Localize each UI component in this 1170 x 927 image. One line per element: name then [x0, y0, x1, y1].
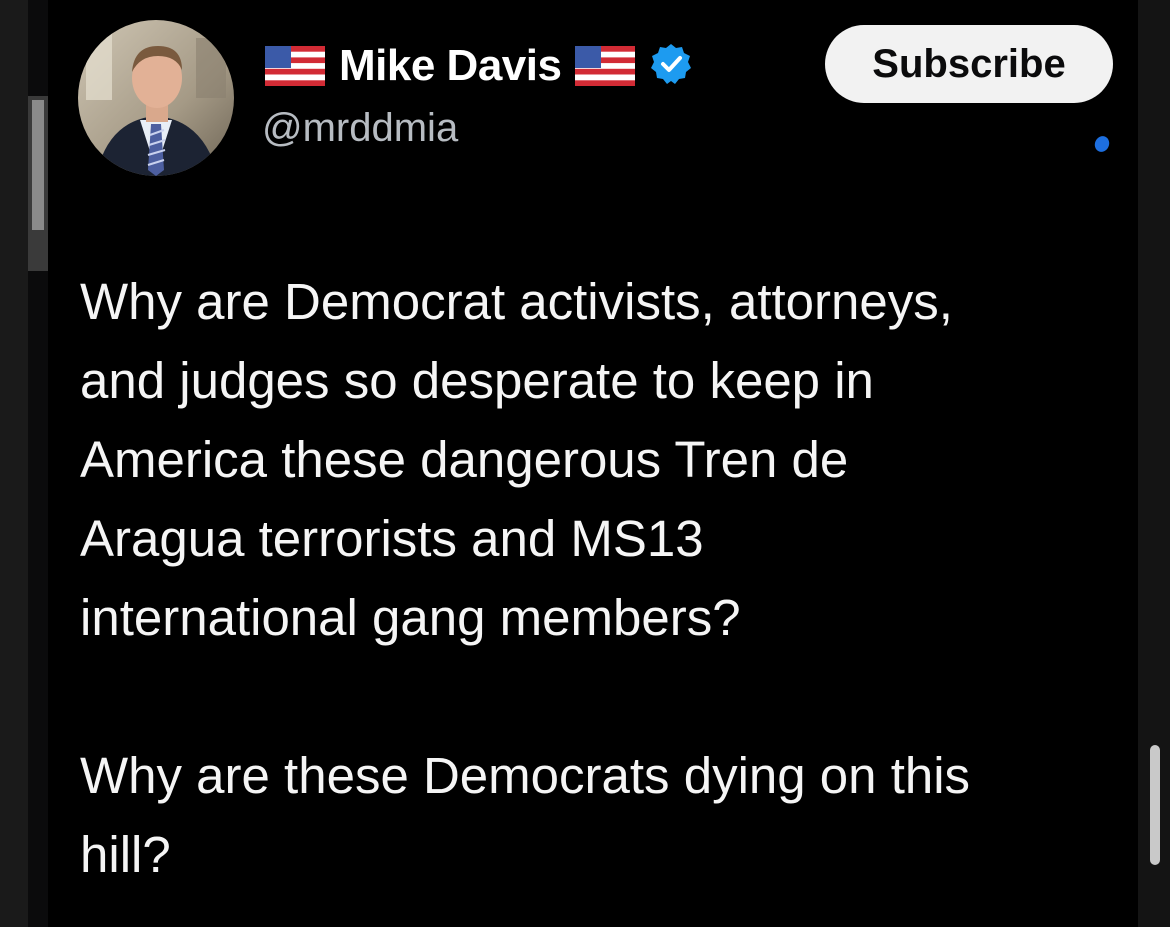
screenshot-frame: Mike Davis @mrddmia Subscribe Why are De… — [0, 0, 1170, 927]
author-display-name[interactable]: Mike Davis — [339, 41, 562, 91]
subscribe-button[interactable]: Subscribe — [825, 25, 1113, 103]
us-flag-icon — [265, 46, 325, 86]
left-pane-edge — [0, 0, 28, 927]
scrollbar-thumb[interactable] — [1150, 745, 1160, 865]
us-flag-icon — [575, 46, 636, 86]
avatar-photo — [78, 20, 234, 176]
verified-badge-icon[interactable] — [649, 42, 693, 91]
left-pane-thumbnail-highlight — [32, 100, 44, 230]
post-paragraph-2: Why are these Democrats dying on this hi… — [80, 747, 971, 883]
avatar[interactable] — [78, 20, 234, 176]
post-paragraph-1: Why are Democrat activists, attorneys, a… — [80, 273, 953, 646]
author-name-row: Mike Davis — [265, 38, 693, 94]
author-handle[interactable]: @mrddmia — [262, 106, 458, 151]
post-text: Why are Democrat activists, attorneys, a… — [80, 262, 1130, 894]
